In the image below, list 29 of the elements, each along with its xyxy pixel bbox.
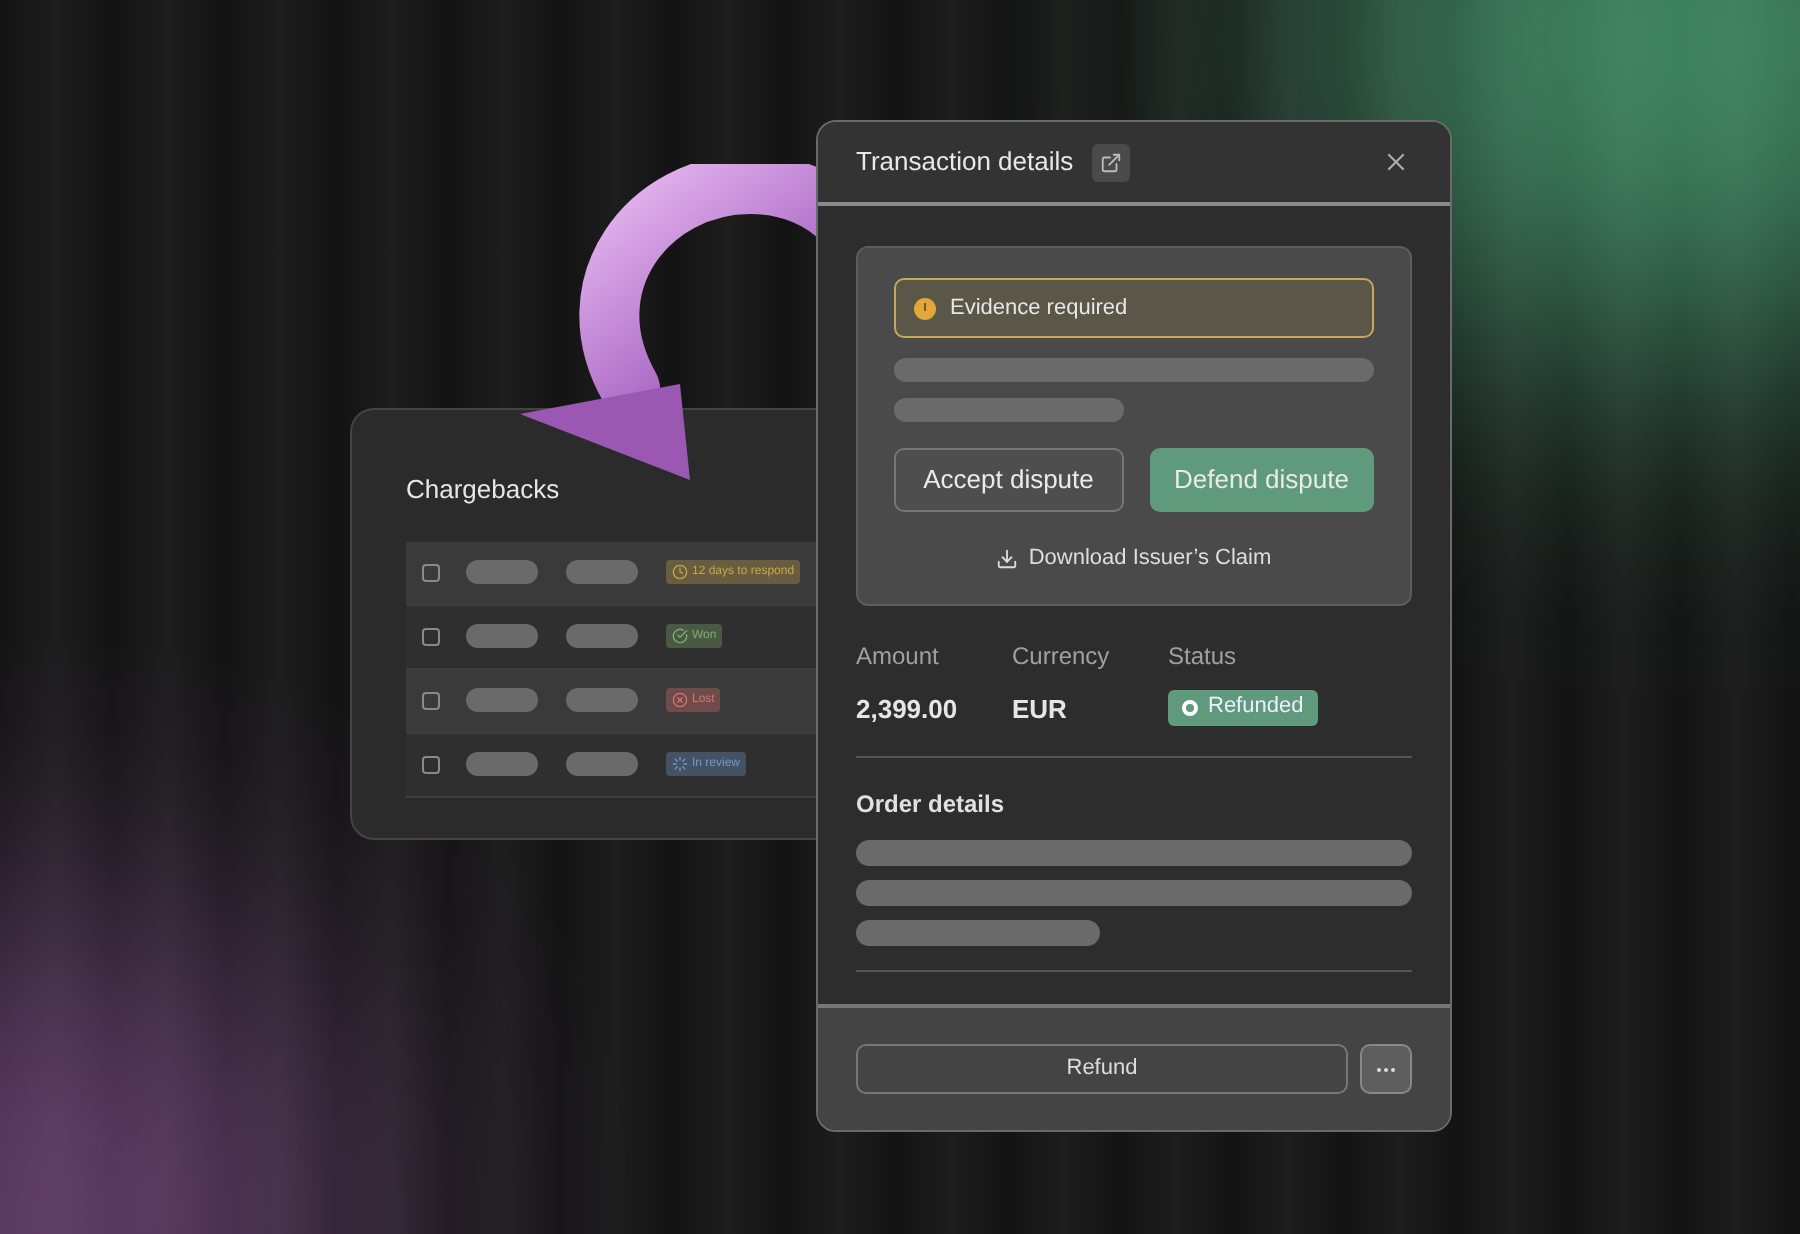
download-icon: [996, 547, 1019, 570]
row-checkbox[interactable]: [422, 627, 440, 645]
cross-circle-icon: [672, 692, 688, 708]
panel-title: Transaction details: [856, 144, 1074, 181]
row-checkbox[interactable]: [422, 755, 440, 773]
section-title: Order details: [856, 788, 1007, 822]
row-checkbox[interactable]: [422, 691, 440, 709]
field-value: EUR: [1012, 691, 1069, 727]
more-button[interactable]: [1360, 1044, 1412, 1094]
field-value: 2,399.00: [856, 691, 960, 727]
status-badge: Refunded: [1168, 689, 1318, 725]
alert-text: Evidence required: [950, 293, 1128, 324]
external-link-icon: [1099, 151, 1122, 173]
spinner-icon: [672, 756, 688, 772]
open-external-button[interactable]: [1091, 143, 1130, 181]
refund-button[interactable]: Refund: [856, 1044, 1348, 1094]
close-icon: [1382, 148, 1410, 176]
download-link[interactable]: Download Issuer’s Claim: [996, 542, 1272, 575]
field-label: Status: [1168, 639, 1239, 673]
accept-button[interactable]: Accept dispute: [894, 448, 1123, 512]
clock-icon: [672, 564, 688, 580]
row-checkbox[interactable]: [422, 563, 440, 581]
card-title: Chargebacks: [406, 472, 562, 508]
field-label: Currency: [1012, 639, 1112, 673]
ring-icon: [1182, 699, 1198, 715]
defend-button[interactable]: Defend dispute: [1149, 448, 1374, 512]
warning-dot-icon: [914, 297, 936, 319]
check-circle-icon: [672, 628, 688, 644]
field-label: Amount: [856, 639, 941, 673]
